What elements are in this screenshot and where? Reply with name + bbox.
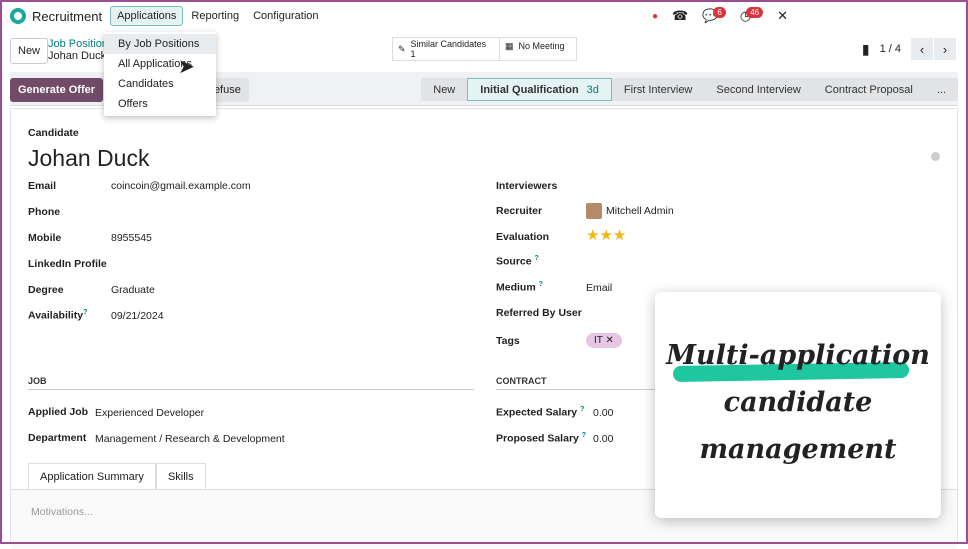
applications-dropdown: By Job Positions All Applications Candid… (104, 32, 216, 116)
menu-configuration[interactable]: Configuration (247, 7, 324, 25)
tag-it[interactable]: IT ✕ (586, 333, 622, 348)
phone-icon[interactable]: ☎ (672, 8, 688, 24)
messages-badge: 6 (713, 7, 726, 18)
overlay-line-1: Multi-application (666, 340, 930, 371)
stage-initial-qualification[interactable]: Initial Qualification 3d (467, 78, 612, 101)
mobile-field[interactable]: 8955545 (111, 232, 152, 244)
mouse-cursor-icon: ➤ (178, 56, 195, 78)
applied-job-label: Applied Job (28, 406, 89, 418)
applied-job-field[interactable]: Experienced Developer (95, 407, 204, 419)
star-icon[interactable]: ★ (599, 227, 612, 244)
motivations-field[interactable]: Motivations... (31, 506, 93, 518)
stage-contract-proposal[interactable]: Contract Proposal (813, 78, 925, 101)
phone-label: Phone (28, 206, 61, 218)
pencil-icon: ✎ (398, 43, 406, 54)
medium-label: Medium ? (496, 281, 543, 294)
feature-overlay-card: Multi-application candidate management (655, 292, 941, 518)
meeting-label: No Meeting (518, 41, 565, 51)
menu-item-by-job-positions[interactable]: By Job Positions (104, 34, 216, 54)
recruitment-logo-icon[interactable] (10, 8, 26, 24)
expected-text: Expected Salary (496, 406, 578, 419)
evaluation-label: Evaluation (496, 231, 550, 243)
referred-label: Referred By User (496, 307, 582, 319)
tag-label: IT (594, 335, 603, 346)
stage-first-interview[interactable]: First Interview (612, 78, 704, 101)
source-text: Source (496, 255, 532, 268)
medium-text: Medium (496, 281, 536, 294)
menu-item-offers[interactable]: Offers (104, 94, 216, 114)
overlay-line-3: management (699, 434, 897, 465)
tools-icon[interactable]: ✕ (777, 8, 788, 24)
notebook-tabs: Application Summary Skills (28, 463, 206, 490)
expected-salary-field[interactable]: 0.00 (593, 407, 613, 419)
degree-label: Degree (28, 284, 64, 296)
stage-new[interactable]: New (421, 78, 467, 101)
menu-applications[interactable]: Applications (110, 6, 184, 26)
overlay-line-2: candidate (723, 387, 873, 418)
availability-text: Availability (28, 309, 84, 322)
stage-label: Initial Qualification (480, 83, 579, 96)
new-button[interactable]: New (10, 38, 49, 64)
similar-label: Similar Candidates (410, 39, 487, 49)
department-label: Department (28, 432, 87, 444)
similar-count: 1 (410, 49, 416, 59)
stage-more[interactable]: ... (925, 78, 958, 101)
generate-offer-button[interactable]: Generate Offer (10, 78, 104, 102)
candidate-name[interactable]: Johan Duck (28, 145, 149, 172)
help-icon: ? (83, 309, 88, 316)
tags-label: Tags (496, 335, 520, 347)
tab-application-summary[interactable]: Application Summary (28, 463, 156, 490)
expected-salary-label: Expected Salary ? (496, 406, 585, 419)
availability-label: Availability? (28, 309, 87, 322)
avatar (586, 203, 602, 219)
priority-dot[interactable] (931, 152, 940, 161)
similar-candidates-button[interactable]: ✎ Similar Candidates 1 (392, 37, 500, 61)
job-section: JOB (28, 376, 474, 390)
activities-badge: 46 (746, 7, 764, 18)
department-field[interactable]: Management / Research & Development (95, 433, 285, 445)
previous-button[interactable]: ‹ (911, 38, 933, 60)
pager-value[interactable]: 1 / 4 (880, 43, 901, 55)
availability-field[interactable]: 09/21/2024 (111, 310, 164, 322)
proposed-text: Proposed Salary (496, 432, 579, 445)
stage-second-interview[interactable]: Second Interview (704, 78, 812, 101)
candidate-label: Candidate (28, 127, 79, 139)
tab-skills[interactable]: Skills (155, 463, 206, 490)
top-navbar: Recruitment Applications Reporting Confi… (0, 0, 968, 32)
remove-tag-icon[interactable]: ✕ (606, 335, 614, 346)
app-name[interactable]: Recruitment (32, 9, 102, 24)
email-field[interactable]: coincoin@gmail.example.com (111, 180, 251, 192)
recruiter-name: Mitchell Admin (606, 205, 674, 217)
messages-icon[interactable]: 💬6 (702, 7, 726, 24)
interviewers-label: Interviewers (496, 180, 558, 192)
stage-time: 3d (586, 83, 599, 96)
menu-reporting[interactable]: Reporting (185, 7, 245, 25)
stage-bar: New Initial Qualification 3d First Interv… (421, 78, 958, 101)
recruiter-field[interactable]: Mitchell Admin (586, 203, 674, 219)
proposed-salary-label: Proposed Salary ? (496, 432, 587, 445)
linkedin-label: LinkedIn Profile (28, 258, 107, 270)
next-button[interactable]: › (934, 38, 956, 60)
degree-field[interactable]: Graduate (111, 284, 155, 296)
bookmark-icon[interactable]: ▮ (862, 41, 870, 58)
source-label: Source ? (496, 255, 539, 268)
menu-item-candidates[interactable]: Candidates (104, 74, 216, 94)
mobile-label: Mobile (28, 232, 62, 244)
medium-field[interactable]: Email (586, 282, 612, 294)
pager: ▮ 1 / 4 ‹ › (862, 38, 956, 60)
email-label: Email (28, 180, 57, 192)
star-icon[interactable]: ★ (586, 227, 599, 244)
menu-item-all-applications[interactable]: All Applications (104, 54, 216, 74)
activities-icon[interactable]: ◷46 (740, 7, 764, 24)
evaluation-stars[interactable]: ★★★ (586, 226, 626, 244)
meeting-button[interactable]: ▦ No Meeting (499, 37, 577, 61)
status-dot-icon[interactable]: ● (652, 11, 658, 22)
recruiter-label: Recruiter (496, 205, 543, 217)
calendar-icon: ▦ (505, 41, 514, 51)
proposed-salary-field[interactable]: 0.00 (593, 433, 613, 445)
star-icon[interactable]: ★ (613, 227, 626, 244)
